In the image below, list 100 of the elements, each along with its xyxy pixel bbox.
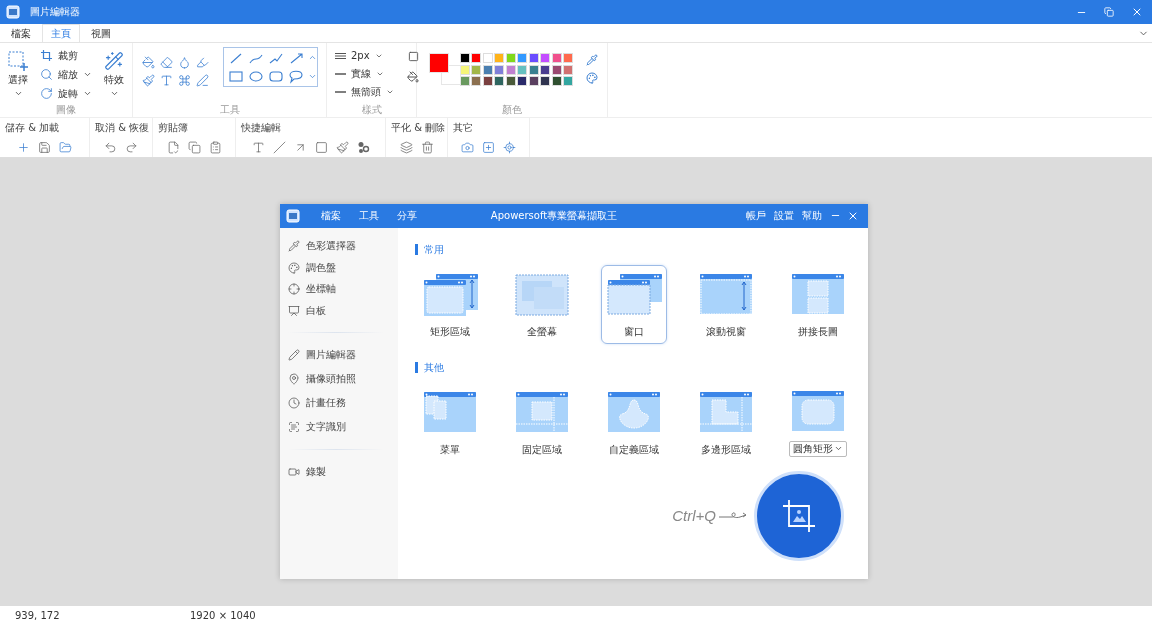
capture-mode-tile[interactable]: 固定區域 bbox=[509, 382, 575, 462]
brush-button[interactable] bbox=[333, 138, 351, 156]
color-swatch[interactable] bbox=[551, 53, 562, 63]
color-swatch[interactable] bbox=[563, 76, 573, 86]
effects-button[interactable]: 特效 bbox=[102, 47, 126, 102]
style-dropdown[interactable]: 實線 bbox=[333, 65, 396, 82]
color-swatch[interactable] bbox=[528, 53, 539, 63]
palette-icon bbox=[586, 72, 598, 84]
palette-button[interactable] bbox=[583, 69, 601, 87]
sidebar-item[interactable]: 坐標軸 bbox=[288, 278, 398, 300]
sidebar-item[interactable]: 調色盤 bbox=[288, 257, 398, 279]
color-swatch[interactable] bbox=[459, 64, 470, 75]
cursor-position: 939, 172 bbox=[14, 609, 61, 621]
capture-mode-tile[interactable]: 自定義區域 bbox=[601, 382, 667, 462]
group-label: 樣式 bbox=[361, 103, 382, 117]
copy-icon bbox=[187, 140, 201, 154]
shortcut-hint: Ctrl+Q bbox=[672, 507, 716, 524]
color-swatch[interactable] bbox=[517, 76, 527, 86]
color-swatch[interactable] bbox=[482, 64, 493, 75]
menu-item[interactable]: 帳戶 bbox=[742, 208, 770, 223]
image-command[interactable]: 裁剪 bbox=[38, 47, 94, 64]
target-icon bbox=[503, 140, 516, 154]
color-swatch[interactable] bbox=[517, 53, 527, 63]
color-swatch[interactable] bbox=[540, 76, 550, 86]
color-swatch[interactable] bbox=[528, 64, 539, 75]
capture-mode-tile[interactable]: 多邊形區域 bbox=[693, 382, 759, 462]
capture-mode-tile[interactable]: 窗口 bbox=[601, 264, 667, 344]
color-swatch[interactable] bbox=[459, 53, 470, 63]
color-swatch[interactable] bbox=[494, 53, 504, 63]
sidebar-item[interactable]: 錄製 bbox=[288, 459, 398, 484]
paint-bucket-tool[interactable] bbox=[139, 53, 157, 71]
select-button[interactable]: 選擇 bbox=[6, 47, 30, 102]
color-swatch[interactable] bbox=[505, 76, 516, 86]
color-swatch[interactable] bbox=[563, 53, 573, 63]
capture-mode-tile[interactable]: 矩形區域 bbox=[417, 264, 483, 344]
caret-icon bbox=[109, 89, 119, 98]
style-dropdown[interactable]: 2px bbox=[333, 47, 396, 64]
primary-color-swatch[interactable] bbox=[429, 53, 449, 73]
color-swatch[interactable] bbox=[563, 64, 573, 75]
copy-button[interactable] bbox=[185, 138, 203, 156]
eraser-icon bbox=[159, 55, 173, 69]
fill-button[interactable] bbox=[404, 68, 422, 86]
capture-mode-tile[interactable]: 滾動視窗 bbox=[693, 264, 759, 344]
sidebar-item[interactable]: 色彩選擇器 bbox=[288, 235, 398, 257]
menu-item[interactable]: 分享 bbox=[388, 208, 426, 223]
group-label: 快捷編輯 bbox=[241, 121, 282, 134]
add-icon bbox=[17, 140, 30, 154]
style-dropdown[interactable]: 無箭頭 bbox=[333, 83, 396, 100]
palette-icon bbox=[288, 261, 300, 274]
capture-mode-tile[interactable]: 全螢幕 bbox=[509, 264, 575, 344]
pipette-icon bbox=[586, 54, 598, 66]
color-swatch[interactable] bbox=[517, 64, 527, 75]
color-swatch[interactable] bbox=[482, 76, 493, 86]
layers-button[interactable] bbox=[397, 138, 415, 156]
text-icon bbox=[251, 140, 265, 154]
sidebar-item[interactable]: 攝像頭拍照 bbox=[288, 366, 398, 391]
capture-mode-tile[interactable]: 拼接長圖 bbox=[785, 264, 851, 344]
pipette-icon bbox=[288, 240, 300, 253]
color-swatch[interactable] bbox=[471, 64, 481, 75]
menu-item[interactable]: 工具 bbox=[350, 208, 388, 223]
color-swatch[interactable] bbox=[505, 64, 516, 75]
color-swatch[interactable] bbox=[494, 76, 504, 86]
section-title: 其他 bbox=[415, 361, 868, 373]
menu-item[interactable]: 設置 bbox=[770, 208, 798, 223]
pen-tool[interactable] bbox=[193, 71, 211, 89]
target-button[interactable] bbox=[500, 138, 519, 156]
menu-item[interactable]: 檔案 bbox=[312, 208, 350, 223]
color-swatch[interactable] bbox=[482, 53, 493, 63]
brush-icon bbox=[335, 140, 349, 154]
rectangle-icon bbox=[314, 140, 328, 154]
menu-item[interactable]: 幫助 bbox=[798, 208, 826, 223]
pen-icon bbox=[195, 73, 209, 87]
clock-icon bbox=[288, 396, 300, 409]
color-swatch[interactable] bbox=[540, 64, 550, 75]
capture-mode-drawing bbox=[422, 271, 478, 318]
ribbon-tab[interactable]: 主頁 bbox=[42, 24, 80, 42]
sidebar-item[interactable]: 圖片編輯器 bbox=[288, 342, 398, 367]
color-swatch[interactable] bbox=[471, 53, 481, 63]
group-label: 儲存 & 加載 bbox=[5, 121, 61, 134]
shape-select[interactable]: 圓角矩形 bbox=[789, 440, 847, 457]
capture-mode-tile[interactable]: 菜單 bbox=[417, 382, 483, 462]
brush-tool[interactable] bbox=[139, 71, 157, 89]
color-swatch[interactable] bbox=[471, 76, 481, 86]
color-swatch[interactable] bbox=[540, 53, 550, 63]
brush-icon bbox=[141, 73, 155, 87]
paint-bucket-icon bbox=[141, 55, 155, 69]
shapes-icon bbox=[356, 140, 370, 154]
sidebar-item[interactable]: 文字識別 bbox=[288, 414, 398, 439]
sidebar-item[interactable]: 計畫任務 bbox=[288, 390, 398, 415]
image-command[interactable]: 縮放 bbox=[38, 66, 94, 83]
color-swatch[interactable] bbox=[459, 76, 470, 86]
layers-icon bbox=[399, 140, 413, 154]
color-swatch[interactable] bbox=[551, 76, 562, 86]
color-swatch[interactable] bbox=[505, 53, 516, 63]
color-swatch[interactable] bbox=[528, 76, 539, 86]
image-command[interactable]: 旋轉 bbox=[38, 85, 94, 102]
color-swatch[interactable] bbox=[551, 64, 562, 75]
color-swatch[interactable] bbox=[494, 64, 504, 75]
sidebar-item[interactable]: 白板 bbox=[288, 300, 398, 322]
paint-bucket-icon bbox=[407, 71, 419, 83]
